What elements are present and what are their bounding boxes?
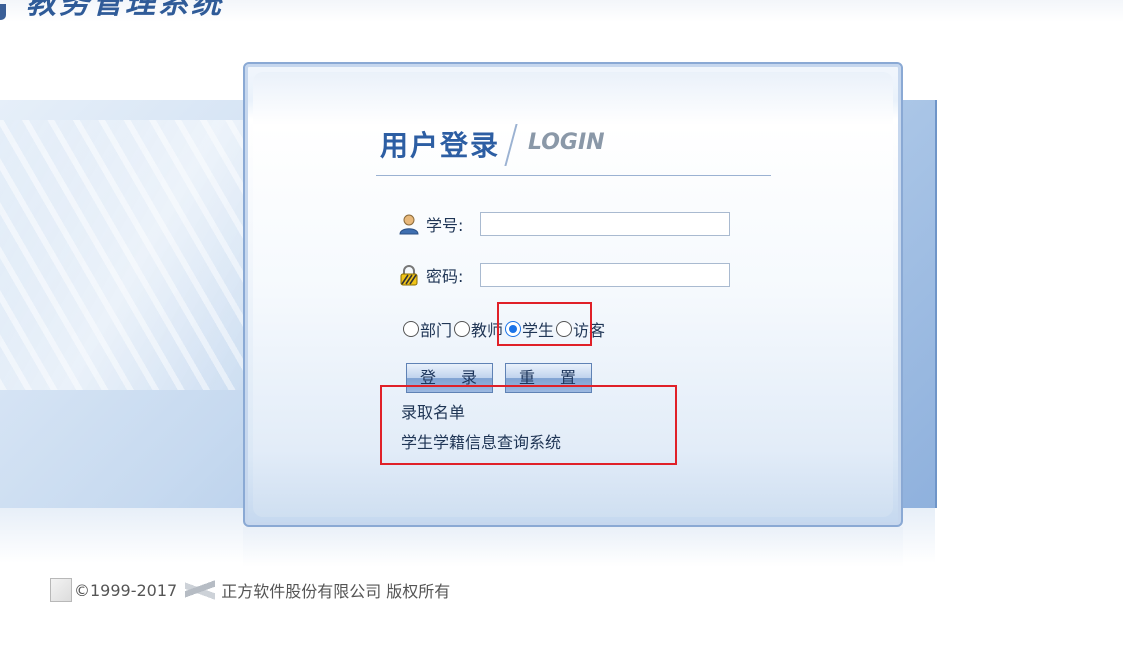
company-logo-icon (185, 574, 216, 606)
brand-icon (0, 4, 6, 20)
password-row: 密码: (398, 261, 730, 289)
role-label-department: 部门 (420, 321, 453, 340)
username-row: 学号: (398, 210, 730, 238)
footer-copyright: ©1999-2017 (74, 580, 178, 600)
role-option-department[interactable]: 部门 (403, 317, 452, 341)
username-input[interactable] (480, 212, 730, 236)
username-label: 学号: (426, 216, 464, 235)
login-panel-reflection (243, 527, 903, 567)
broken-image-icon (50, 578, 72, 602)
footer-company: 正方软件股份有限公司 版权所有 (221, 582, 451, 601)
footer: ©1999-2017 正方软件股份有限公司 版权所有 (50, 574, 450, 606)
heading-rule (376, 175, 771, 176)
background-illustration (0, 120, 245, 390)
login-heading: 用户登录 (380, 129, 501, 162)
app-title: 教务管理系统 (26, 0, 224, 21)
lock-icon (398, 264, 420, 286)
password-label: 密码: (426, 267, 464, 286)
highlight-links (380, 385, 677, 465)
password-input[interactable] (480, 263, 730, 287)
radio-department[interactable] (403, 321, 419, 337)
login-heading-en: LOGIN (528, 130, 605, 155)
radio-teacher[interactable] (454, 321, 471, 337)
user-icon (398, 213, 420, 235)
role-option-teacher[interactable]: 教师 (454, 317, 503, 341)
highlight-student-role (497, 302, 592, 346)
